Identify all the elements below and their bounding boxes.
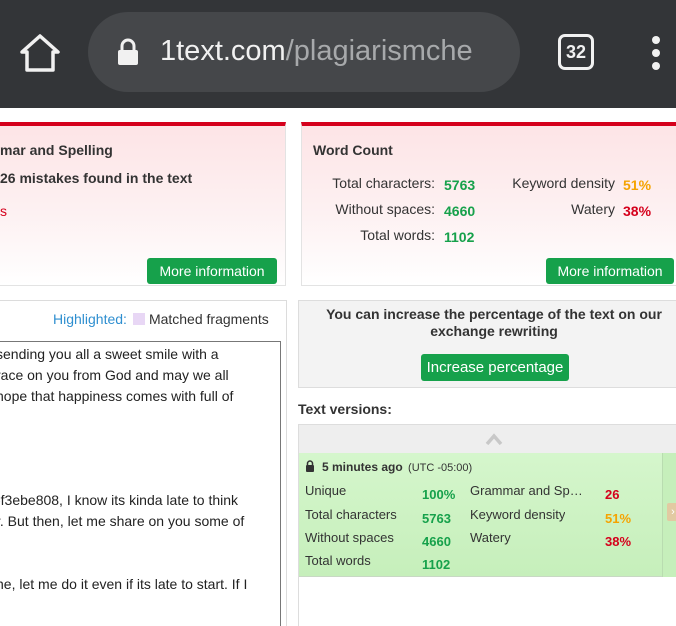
more-vert-icon[interactable] xyxy=(650,36,662,70)
chevron-up-icon xyxy=(485,433,503,446)
text-line: ne, let me do it even if its late to sta… xyxy=(0,576,248,592)
text-line: r. But then, let me share on you some of xyxy=(0,513,245,529)
matched-label: Matched fragments xyxy=(148,311,269,327)
tv-keyword-density-label: Keyword density xyxy=(470,507,566,522)
text-line: -f3ebe808, I know its kinda late to thin… xyxy=(0,492,239,508)
wc-total-words-label: Total words: xyxy=(360,227,435,243)
tv-without-spaces-label: Without spaces xyxy=(305,530,394,545)
tv-watery-label: Watery xyxy=(470,530,511,545)
url-path: /plagiarismche xyxy=(285,35,473,67)
highlight-legend: Highlighted: Matched fragments xyxy=(53,311,269,327)
tv-total-words-label: Total words xyxy=(305,553,371,568)
version-time-label: 5 minutes ago xyxy=(322,460,403,474)
version-time: 5 minutes ago (UTC -05:00) xyxy=(322,460,472,474)
tv-keyword-density-value: 51% xyxy=(605,511,632,526)
wc-watery-value: 38% xyxy=(623,203,652,219)
increase-percentage-button[interactable]: Increase percentage xyxy=(421,354,569,381)
tv-grammar-label: Grammar and Sp… xyxy=(470,483,582,498)
version-action-button[interactable]: › xyxy=(667,503,676,521)
tv-watery-value: 38% xyxy=(605,534,632,549)
tv-total-words-value: 1102 xyxy=(422,557,451,572)
grammar-card-title: mar and Spelling xyxy=(0,142,113,158)
tv-unique-label: Unique xyxy=(305,483,347,498)
lock-icon xyxy=(306,460,314,472)
matched-swatch xyxy=(132,313,145,325)
wc-keyword-density-label: Keyword density xyxy=(512,175,615,191)
wordcount-more-info-button[interactable]: More information xyxy=(546,258,674,284)
url-domain: 1text.com xyxy=(160,35,286,67)
highlighted-label: Highlighted: xyxy=(53,311,127,327)
tab-count: 32 xyxy=(565,42,587,62)
wc-total-chars-label: Total characters: xyxy=(332,175,435,191)
tv-without-spaces-value: 4660 xyxy=(422,534,451,549)
wc-watery-label: Watery xyxy=(571,201,615,217)
checked-text-area[interactable]: sending you all a sweet smile with a rac… xyxy=(0,341,281,626)
versions-scroll-up[interactable] xyxy=(299,425,676,453)
wc-without-spaces-value: 4660 xyxy=(444,203,476,219)
wordcount-card-title: Word Count xyxy=(313,142,393,158)
tv-total-chars-value: 5763 xyxy=(422,511,451,526)
lock-icon xyxy=(118,38,138,65)
grammar-link-fragment[interactable]: s xyxy=(0,203,7,219)
wc-without-spaces-label: Without spaces: xyxy=(335,201,435,217)
promo-text: You can increase the percentage of the t… xyxy=(326,306,662,339)
text-line: sending you all a sweet smile with a xyxy=(0,346,219,362)
version-timezone: (UTC -05:00) xyxy=(408,462,473,474)
grammar-mistakes-count: 26 mistakes found in the text xyxy=(0,170,193,186)
wc-total-chars-value: 5763 xyxy=(444,177,476,193)
url-text[interactable]: 1text.com/plagiarismche xyxy=(160,35,506,68)
tv-unique-value: 100% xyxy=(422,487,456,502)
wc-total-words-value: 1102 xyxy=(444,229,475,245)
grammar-more-info-button[interactable]: More information xyxy=(147,258,277,284)
tv-grammar-value: 26 xyxy=(605,487,620,502)
text-line: hope that happiness comes with full of xyxy=(0,388,234,404)
wc-keyword-density-value: 51% xyxy=(623,177,652,193)
home-icon[interactable] xyxy=(18,32,62,74)
tab-switcher-button[interactable]: 32 xyxy=(558,34,594,70)
tv-total-chars-label: Total characters xyxy=(305,507,397,522)
text-line: race on you from God and may we all xyxy=(0,367,229,383)
text-versions-title: Text versions: xyxy=(298,401,392,417)
